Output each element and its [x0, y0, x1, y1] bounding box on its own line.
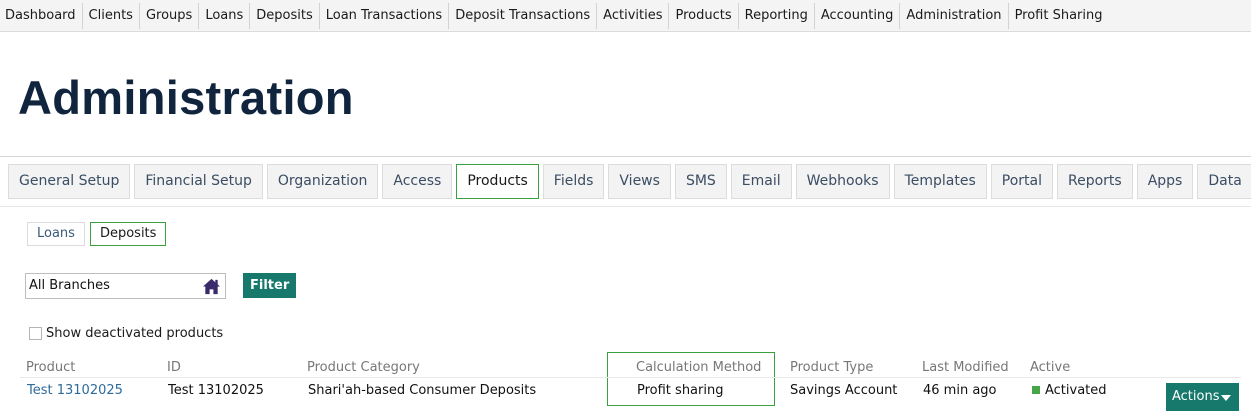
subtab-loans[interactable]: Loans	[27, 222, 85, 246]
status-badge: Activated	[1032, 383, 1107, 398]
tab-products[interactable]: Products	[456, 164, 539, 199]
nav-activities[interactable]: Activities	[597, 2, 670, 29]
tab-data[interactable]: Data	[1197, 164, 1251, 199]
nav-deposits[interactable]: Deposits	[250, 2, 320, 29]
tab-reports[interactable]: Reports	[1057, 164, 1133, 199]
show-deactivated-checkbox[interactable]	[29, 327, 42, 340]
home-icon[interactable]	[202, 277, 221, 296]
status-dot-icon	[1032, 386, 1040, 394]
product-name-link[interactable]: Test 13102025	[27, 383, 123, 398]
nav-reporting[interactable]: Reporting	[739, 2, 815, 29]
show-deactivated-label[interactable]: Show deactivated products	[46, 326, 223, 341]
col-header-calculation-method[interactable]: Calculation Method	[636, 360, 761, 375]
tab-fields[interactable]: Fields	[542, 164, 605, 199]
filter-button[interactable]: Filter	[243, 273, 297, 298]
product-subtabs: Loans Deposits	[27, 222, 171, 246]
page-title: Administration	[18, 71, 354, 124]
product-type: Savings Account	[790, 383, 898, 398]
tab-general-setup[interactable]: General Setup	[8, 164, 131, 199]
show-deactivated: Show deactivated products	[29, 326, 223, 341]
col-header-active[interactable]: Active	[1030, 360, 1070, 375]
product-id: Test 13102025	[168, 383, 264, 398]
nav-loan-transactions[interactable]: Loan Transactions	[320, 2, 450, 29]
col-header-product-type[interactable]: Product Type	[790, 360, 873, 375]
tab-sms[interactable]: SMS	[674, 164, 727, 199]
tab-access[interactable]: Access	[382, 164, 453, 199]
tab-portal[interactable]: Portal	[990, 164, 1053, 199]
col-header-last-modified[interactable]: Last Modified	[922, 360, 1009, 375]
subtab-deposits[interactable]: Deposits	[89, 222, 167, 246]
tab-webhooks[interactable]: Webhooks	[795, 164, 890, 199]
table-header-divider	[20, 377, 1241, 378]
nav-dashboard[interactable]: Dashboard	[0, 2, 83, 29]
tab-views[interactable]: Views	[608, 164, 671, 199]
admin-tabs: General Setup Financial Setup Organizati…	[8, 164, 1251, 199]
nav-accounting[interactable]: Accounting	[815, 2, 901, 29]
nav-products[interactable]: Products	[669, 2, 739, 29]
actions-label: Actions	[1172, 389, 1220, 404]
tab-organization[interactable]: Organization	[266, 164, 379, 199]
col-header-id[interactable]: ID	[167, 360, 181, 375]
tabs-divider	[0, 206, 1251, 207]
tab-templates[interactable]: Templates	[893, 164, 987, 199]
caret-down-icon	[1221, 395, 1231, 401]
nav-groups[interactable]: Groups	[140, 2, 200, 29]
calculation-method: Profit sharing	[637, 383, 724, 398]
nav-clients[interactable]: Clients	[83, 2, 140, 29]
col-header-category[interactable]: Product Category	[307, 360, 420, 375]
nav-profit-sharing[interactable]: Profit Sharing	[1009, 3, 1109, 29]
tab-apps[interactable]: Apps	[1136, 164, 1194, 199]
top-nav: Dashboard Clients Groups Loans Deposits …	[0, 0, 1251, 32]
branch-select[interactable]: All Branches	[25, 273, 226, 299]
branch-select-value: All Branches	[29, 278, 110, 293]
last-modified: 46 min ago	[923, 383, 997, 398]
status-text: Activated	[1045, 383, 1107, 398]
actions-button[interactable]: Actions	[1166, 383, 1239, 411]
tab-financial-setup[interactable]: Financial Setup	[134, 164, 263, 199]
nav-deposit-transactions[interactable]: Deposit Transactions	[449, 2, 598, 29]
nav-loans[interactable]: Loans	[199, 2, 251, 29]
nav-administration[interactable]: Administration	[900, 2, 1009, 29]
tab-email[interactable]: Email	[730, 164, 792, 199]
product-category: Shari'ah-based Consumer Deposits	[308, 383, 537, 398]
title-divider	[0, 156, 1251, 157]
col-header-product[interactable]: Product	[26, 360, 75, 375]
